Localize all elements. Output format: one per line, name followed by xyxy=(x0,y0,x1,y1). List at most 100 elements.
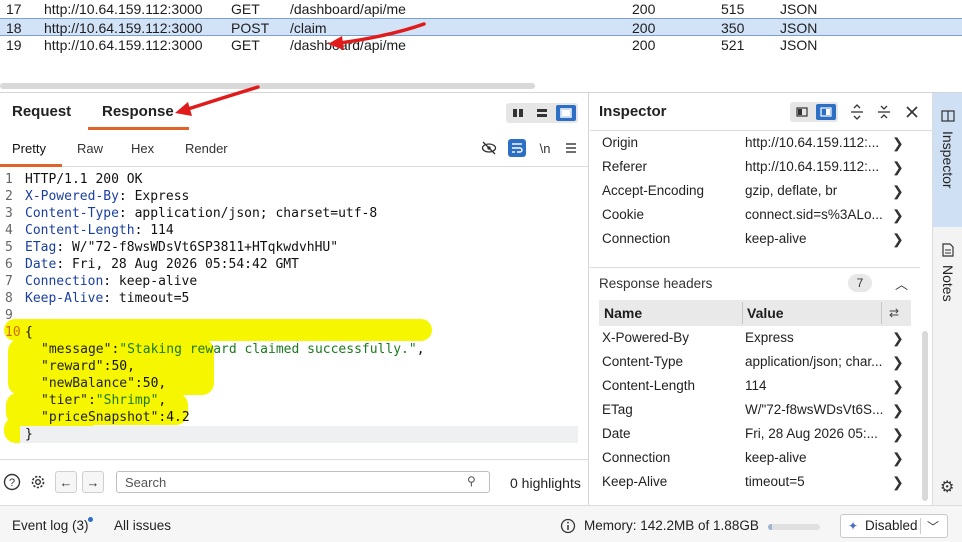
split-vertical-layout-button[interactable] xyxy=(508,105,528,121)
chevron-down-icon[interactable]: ﹀ xyxy=(927,518,939,535)
search-input[interactable] xyxy=(116,471,490,493)
inspector-icon xyxy=(941,110,955,122)
response-header-row[interactable]: Connection keep-alive ❯ xyxy=(590,446,920,470)
close-inspector-button[interactable] xyxy=(903,103,921,121)
header-name: Date xyxy=(602,426,631,441)
column-name[interactable]: Name xyxy=(604,300,642,326)
wrap-toggle-icon[interactable]: ⇄ xyxy=(889,300,899,326)
inspector-title: Inspector xyxy=(599,103,667,120)
tab-pretty[interactable]: Pretty xyxy=(12,141,46,156)
header-value: timeout=5 xyxy=(111,291,190,306)
history-method: GET xyxy=(231,37,260,53)
request-header-row[interactable]: Connection keep-alive ❯ xyxy=(590,227,920,251)
code-line: 2 X-Powered-By: Express xyxy=(5,189,190,204)
column-divider[interactable] xyxy=(881,302,882,324)
editor-menu-button[interactable] xyxy=(562,139,580,157)
code-line: "message":"Staking reward claimed succes… xyxy=(41,342,425,357)
response-header-row[interactable]: ETag W/"72-f8wsWDsVt6S... ❯ xyxy=(590,398,920,422)
all-issues-link[interactable]: All issues xyxy=(114,518,171,533)
history-row-selected[interactable]: 18 http://10.64.159.112:3000 POST /claim… xyxy=(0,18,962,36)
chevron-right-icon: ❯ xyxy=(892,207,904,223)
search-settings-button[interactable] xyxy=(28,472,48,492)
headers-table-header: Name Value ⇄ xyxy=(599,300,911,326)
gear-icon[interactable]: ⚙ xyxy=(940,477,954,497)
header-value: application/json; char... xyxy=(745,354,883,369)
response-headers-section[interactable]: Response headers 7 ︿ xyxy=(590,267,920,299)
column-divider[interactable] xyxy=(742,302,743,324)
code-line: 1 HTTP/1.1 200 OK xyxy=(0,171,578,188)
header-name: Accept-Encoding xyxy=(602,183,705,198)
line-number: 5 xyxy=(5,240,13,255)
newline-toggle[interactable]: \n xyxy=(536,139,554,157)
header-name: Cookie xyxy=(602,207,645,222)
status-bar: Event log (3) All issues Memory: 142.2MB… xyxy=(0,505,962,542)
tab-render[interactable]: Render xyxy=(185,141,228,156)
tab-hex[interactable]: Hex xyxy=(131,141,154,156)
response-header-row[interactable]: Date Fri, 28 Aug 2026 05:... ❯ xyxy=(590,422,920,446)
response-header-row[interactable]: Keep-Alive timeout=5 ❯ xyxy=(590,470,920,494)
code-line: 6 Date: Fri, 28 Aug 2026 05:54:42 GMT xyxy=(5,257,299,272)
inspector-layout-right-button[interactable] xyxy=(816,104,836,120)
sparkle-icon: ✦ xyxy=(848,519,859,533)
view-tabs: Pretty Raw Hex Render \n xyxy=(0,131,589,167)
request-header-row[interactable]: Origin http://10.64.159.112:... ❯ xyxy=(590,131,920,155)
panel-right-icon xyxy=(820,107,832,117)
history-row[interactable]: 17 http://10.64.159.112:3000 GET /dashbo… xyxy=(0,0,962,18)
json-comma: , xyxy=(127,359,135,374)
expand-all-button[interactable] xyxy=(848,103,866,121)
collapse-all-button[interactable] xyxy=(875,103,893,121)
chevron-up-icon[interactable]: ︿ xyxy=(895,274,908,293)
annotation-arrow xyxy=(175,85,260,116)
tab-raw[interactable]: Raw xyxy=(77,141,103,156)
expand-icon xyxy=(851,104,863,120)
event-log-link[interactable]: Event log (3) xyxy=(12,518,89,533)
request-header-row[interactable]: Accept-Encoding gzip, deflate, br ❯ xyxy=(590,179,920,203)
pretty-print-toggle[interactable] xyxy=(508,139,526,157)
column-value[interactable]: Value xyxy=(747,300,784,326)
history-row[interactable]: 19 http://10.64.159.112:3000 GET /dashbo… xyxy=(0,36,962,54)
side-tab-notes[interactable]: Notes xyxy=(933,239,962,319)
next-match-button[interactable]: → xyxy=(82,471,104,493)
code-line: 3 Content-Type: application/json; charset… xyxy=(5,206,378,221)
header-key: ETag xyxy=(25,240,57,255)
ai-toggle-button[interactable]: ✦ Disabled ﹀ xyxy=(840,514,948,538)
split-horizontal-layout-button[interactable] xyxy=(532,105,552,121)
response-header-row[interactable]: Content-Length 114 ❯ xyxy=(590,374,920,398)
inspector-layout-left-button[interactable] xyxy=(792,104,812,120)
response-body-editor[interactable]: 1 HTTP/1.1 200 OK 2 X-Powered-By: Express … xyxy=(0,169,589,459)
response-header-row[interactable]: X-Powered-By Express ❯ xyxy=(590,326,920,350)
side-tab-bar: Inspector Notes ⚙ xyxy=(932,93,962,505)
memory-bar-fill xyxy=(768,524,772,530)
request-header-row[interactable]: Cookie connect.sid=s%3ALo... ❯ xyxy=(590,203,920,227)
inspector-layout-toggle xyxy=(790,102,838,122)
line-number: 9 xyxy=(5,308,13,323)
previous-match-button[interactable]: ← xyxy=(55,471,77,493)
chevron-right-icon: ❯ xyxy=(892,378,904,394)
line-number: 7 xyxy=(5,274,13,289)
tab-request[interactable]: Request xyxy=(12,103,71,120)
line-number: 8 xyxy=(5,291,13,306)
line-number: 3 xyxy=(5,206,13,221)
header-key: Keep-Alive xyxy=(25,291,104,306)
hamburger-menu-icon xyxy=(566,143,576,153)
response-header-row[interactable]: Content-Type application/json; char... ❯ xyxy=(590,350,920,374)
tabs-layout-button[interactable] xyxy=(556,105,576,121)
inspector-scrollbar[interactable] xyxy=(922,331,928,501)
header-name: ETag xyxy=(602,402,633,417)
request-header-row[interactable]: Referer http://10.64.159.112:... ❯ xyxy=(590,155,920,179)
arrow-right-icon: → xyxy=(86,474,100,490)
layout-toggle-group xyxy=(506,103,578,123)
collapse-icon xyxy=(878,105,890,119)
history-method: GET xyxy=(231,1,260,17)
json-value: 50 xyxy=(142,376,159,391)
history-mime: JSON xyxy=(780,1,818,17)
tab-response[interactable]: Response xyxy=(102,103,174,120)
code-line: "reward":50, xyxy=(41,359,135,374)
header-key: Content-Type xyxy=(25,206,119,221)
help-button[interactable]: ? xyxy=(2,472,22,492)
hide-nonprintable-button[interactable] xyxy=(480,139,498,157)
header-value: Fri, 28 Aug 2026 05:... xyxy=(745,426,878,441)
header-value: http://10.64.159.112:... xyxy=(745,159,880,174)
side-tab-inspector[interactable]: Inspector xyxy=(933,93,962,227)
horizontal-scrollbar[interactable] xyxy=(0,83,535,89)
